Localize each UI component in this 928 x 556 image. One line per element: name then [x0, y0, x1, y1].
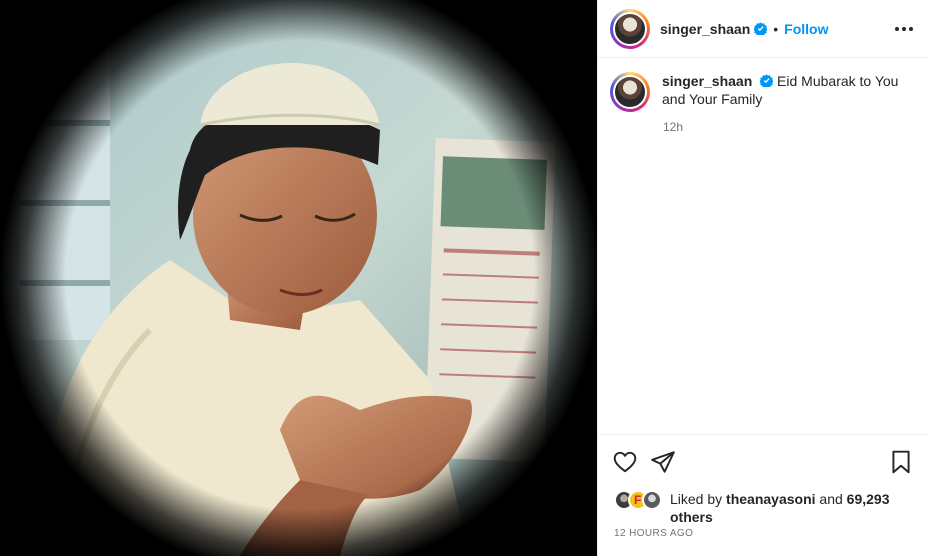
verified-badge-icon [754, 22, 768, 35]
header-username[interactable]: singer_shaan [660, 21, 750, 37]
liker-avatar[interactable] [642, 490, 662, 510]
caption-body: singer_shaan Eid Mubarak to You and Your… [662, 72, 902, 112]
post-caption: singer_shaan Eid Mubarak to You and Your… [610, 72, 902, 112]
verified-badge-icon [760, 74, 774, 87]
post-image[interactable] [0, 0, 597, 556]
avatar-story-ring[interactable] [610, 8, 650, 49]
instagram-post: singer_shaan • Follow singer_shaan Eid M… [0, 0, 928, 556]
separator-dot: • [773, 20, 779, 37]
bookmark-icon[interactable] [888, 449, 914, 475]
caption-time[interactable]: 12h [663, 120, 683, 134]
liked-by-user[interactable]: theanayasoni [726, 491, 815, 507]
post-timestamp[interactable]: 12 HOURS AGO [614, 528, 693, 539]
liked-by-and: and [819, 491, 843, 507]
liked-by-count[interactable]: 69,293 [847, 491, 890, 507]
caption-username[interactable]: singer_shaan [662, 73, 752, 89]
liker-avatars [614, 490, 666, 512]
likes-summary: Liked by theanayasoni and 69,293 others [614, 490, 914, 526]
post-sidebar: singer_shaan • Follow singer_shaan Eid M… [597, 0, 928, 556]
action-bar [612, 449, 914, 475]
paper-plane-icon[interactable] [650, 449, 676, 475]
actions-divider [598, 434, 928, 474]
likes-text: Liked by theanayasoni and 69,293 others [670, 490, 914, 526]
more-options-icon[interactable] [895, 22, 913, 36]
caption-avatar[interactable] [613, 75, 647, 109]
liked-by-others[interactable]: others [670, 509, 713, 525]
photo-man-praying [0, 0, 597, 556]
follow-button[interactable]: Follow [784, 21, 828, 37]
post-header: singer_shaan • Follow [598, 0, 928, 58]
liked-by-prefix: Liked by [670, 491, 723, 507]
caption-avatar-ring[interactable] [610, 72, 650, 112]
heart-icon[interactable] [612, 449, 638, 475]
avatar[interactable] [613, 11, 647, 46]
